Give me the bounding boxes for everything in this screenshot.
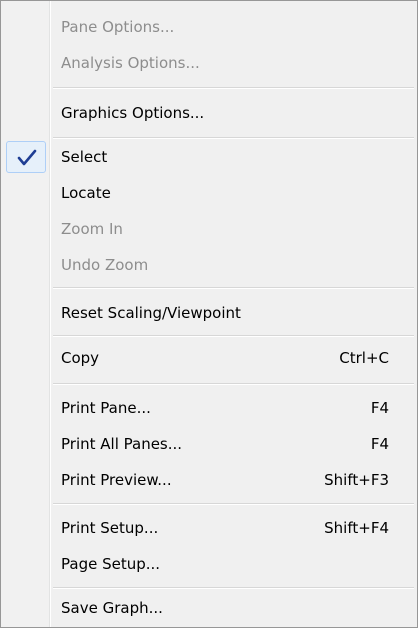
menu-item-shortcut: Ctrl+C [339,349,389,367]
menu-separator [53,503,414,505]
menu-separator [53,587,414,589]
menu-item-label: Analysis Options... [61,54,200,72]
menu-item-label: Page Setup... [61,555,161,573]
menu-item-locate[interactable]: Locate [3,175,413,211]
menu-item-analysis-options[interactable]: Analysis Options... [3,45,413,81]
menu-item-zoom-in[interactable]: Zoom In [3,211,413,247]
menu-separator [53,287,414,289]
menu-item-label: Print Pane... [61,399,151,417]
menu-item-label: Pane Options... [61,18,175,36]
menu-item-shortcut: F4 [370,399,389,417]
menu-item-label: Print Setup... [61,519,159,537]
context-menu: Pane Options... Analysis Options... Grap… [0,0,418,628]
menu-item-graphics-options[interactable]: Graphics Options... [3,95,413,131]
menu-separator [53,335,414,337]
menu-separator [53,383,414,385]
menu-item-label: Save Graph... [61,599,163,617]
menu-item-print-pane[interactable]: Print Pane... F4 [3,390,413,426]
menu-item-select[interactable]: Select [3,139,413,175]
menu-item-label: Select [61,148,108,166]
menu-item-label: Print Preview... [61,471,172,489]
menu-item-label: Locate [61,184,111,202]
menu-item-copy[interactable]: Copy Ctrl+C [3,340,413,376]
menu-item-label: Undo Zoom [61,256,149,274]
menu-item-print-preview[interactable]: Print Preview... Shift+F3 [3,462,413,498]
menu-item-label: Print All Panes... [61,435,183,453]
menu-item-save-graph[interactable]: Save Graph... [3,590,413,626]
menu-item-shortcut: Shift+F3 [324,471,389,489]
menu-item-reset-scaling[interactable]: Reset Scaling/Viewpoint [3,295,413,331]
menu-item-shortcut: F4 [370,435,389,453]
menu-item-label: Copy [61,349,100,367]
menu-item-shortcut: Shift+F4 [324,519,389,537]
menu-item-label: Graphics Options... [61,104,205,122]
menu-item-label: Zoom In [61,220,123,238]
menu-item-pane-options[interactable]: Pane Options... [3,9,413,45]
menu-item-page-setup[interactable]: Page Setup... [3,546,413,582]
menu-separator [53,87,414,89]
menu-item-print-all-panes[interactable]: Print All Panes... F4 [3,426,413,462]
menu-item-label: Reset Scaling/Viewpoint [61,304,241,322]
menu-item-print-setup[interactable]: Print Setup... Shift+F4 [3,510,413,546]
checkmark-box [6,141,46,173]
checkmark-icon [17,149,37,166]
menu-item-undo-zoom[interactable]: Undo Zoom [3,247,413,283]
